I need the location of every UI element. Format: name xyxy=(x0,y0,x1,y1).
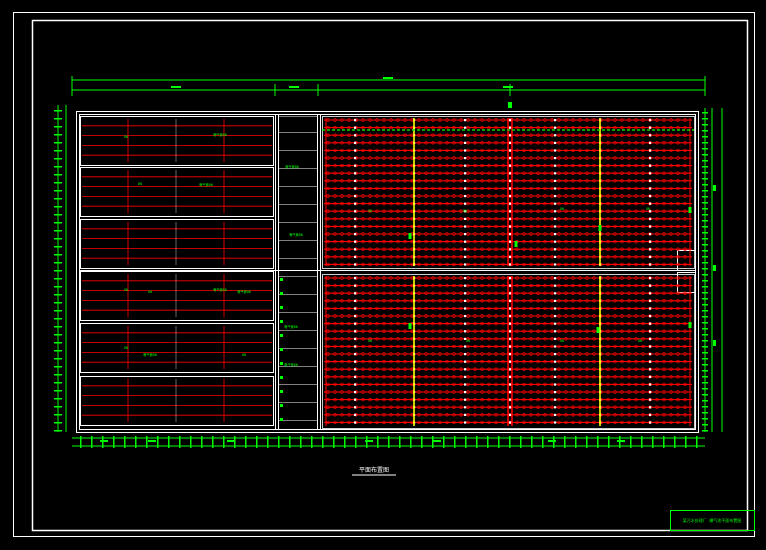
svg-text:DN: DN xyxy=(646,207,650,211)
svg-text:曝气管DN: 曝气管DN xyxy=(143,352,156,357)
svg-text:曝气管DN: 曝气管DN xyxy=(213,287,226,292)
title-block-text: 某污水处理厂 曝气池平面布置图 xyxy=(683,517,741,523)
svg-text:曝气管DN: 曝气管DN xyxy=(284,324,297,329)
cad-drawing: 某污水处理厂 曝气池平面布置图 DN 曝气管DNDN 曝气管DNDN 曝气管DN… xyxy=(0,0,766,550)
svg-text:DN: DN xyxy=(466,339,470,343)
svg-text:DN: DN xyxy=(242,353,246,357)
svg-text:曝气管DN: 曝气管DN xyxy=(285,164,298,169)
svg-text:曝气管DN: 曝气管DN xyxy=(284,362,297,367)
svg-text:DN: DN xyxy=(560,207,564,211)
svg-text:曝气管DN: 曝气管DN xyxy=(199,182,212,187)
svg-text:DN: DN xyxy=(368,339,372,343)
svg-text:DN: DN xyxy=(148,290,152,294)
svg-text:DN: DN xyxy=(124,135,128,139)
svg-text:DN: DN xyxy=(638,339,642,343)
svg-text:DN: DN xyxy=(138,182,142,186)
drawing-title: 平面布置图 xyxy=(359,466,389,474)
svg-text:DN: DN xyxy=(124,288,128,292)
svg-text:DN: DN xyxy=(368,209,372,213)
left-dimension-ticks xyxy=(54,110,62,432)
svg-text:曝气管DN: 曝气管DN xyxy=(289,232,302,237)
svg-text:曝气管DN: 曝气管DN xyxy=(213,132,226,137)
svg-text:DN: DN xyxy=(560,339,564,343)
svg-text:DN: DN xyxy=(124,346,128,350)
svg-text:曝气管DN: 曝气管DN xyxy=(237,289,250,294)
svg-text:DN: DN xyxy=(463,209,467,213)
